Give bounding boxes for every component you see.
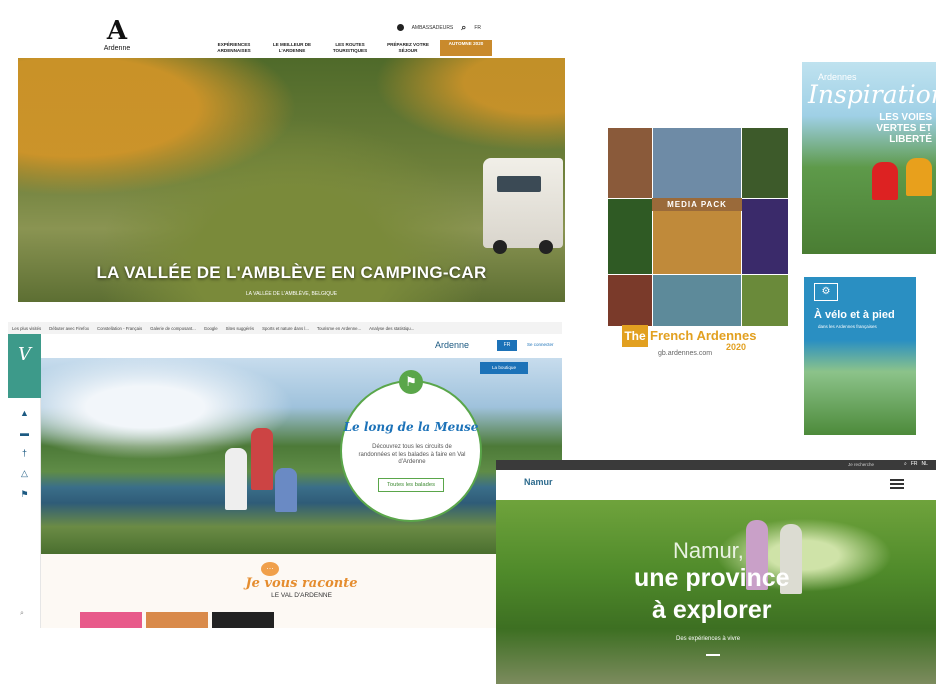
promo-title: Le long de la Meuse [343,420,479,434]
carousel-indicator[interactable] [706,654,720,656]
menu-item-experiences[interactable]: EXPÉRIENCES ARDENNAISES [208,42,260,56]
menu-icon[interactable] [890,479,904,489]
story-subtitle: LE VAL D'ARDENNE [271,592,332,599]
story-title: Je vous raconte [245,576,358,591]
photo-collage [608,128,788,326]
hero-title-line1: Namur, [673,538,744,563]
hero-image: LA VALLÉE DE L'AMBLÈVE EN CAMPING-CAR LA… [18,58,565,302]
hiking-icon: ⚑ [399,370,423,394]
hero-title: LA VALLÉE DE L'AMBLÈVE EN CAMPING-CAR [96,263,487,282]
top-bar: Je recherche ⌕ FR NL [496,460,936,470]
map-icon[interactable]: ⚑ [8,489,41,500]
lang-fr[interactable]: FR [911,461,918,467]
promo-description: Découvrez tous les circuits de randonnée… [358,444,466,465]
login-link[interactable]: Se connecter [527,342,554,347]
bookmark-item[interactable]: Débuter avec Firefox [49,326,89,331]
food-icon[interactable]: † [8,448,41,458]
brochure-velo-title: À vélo et à pied [814,309,895,321]
hero-title-line3: à explorer [652,596,772,624]
meuse-promo-circle: ⚑ Le long de la Meuse Découvrez tous les… [340,370,482,522]
shop-button[interactable]: La boutique [480,362,528,374]
bookmark-item[interactable]: Sports et nature dans l... [262,326,309,331]
thumbnail[interactable] [146,612,208,628]
search-icon[interactable]: ⌕ [20,610,24,618]
bicycle-icon: ⚙ [814,283,838,301]
thumbnail[interactable] [80,612,142,628]
all-walks-button[interactable]: Toutes les balades [378,478,444,492]
bookmark-item[interactable]: Google [204,326,218,331]
top-navigation: A Ardenne AMBASSADEURS ⌕ FR EXPÉRIENCES … [18,14,565,58]
ardenne-logo-text: Ardenne [103,45,131,52]
search-input[interactable]: Je recherche [848,462,874,467]
brochure-year: 2020 [726,342,747,352]
cyclist-figure [872,162,898,200]
bed-icon[interactable]: ▬ [8,428,41,438]
brochure-inspiration-subtitle: LES VOIES VERTES ET LIBERTÉ [876,112,932,145]
menu-item-routes[interactable]: LES ROUTES TOURISTIQUES [324,42,376,56]
hero-title-line2: une province [634,564,790,592]
bookmark-item[interactable]: Galerie de composant... [150,326,196,331]
site-header: Ardenne FR Se connecter [41,334,562,358]
cyclist-figure [906,158,932,196]
namur-website-screenshot: Je recherche ⌕ FR NL Namur Namur, une pr… [496,460,936,684]
val-ardenne-website-screenshot: Les plus visités Débuter avec Firefox Co… [8,322,562,628]
brochure-media-pack: MEDIA PACK The French Ardennes 2020 gb.a… [608,128,788,360]
media-pack-band: MEDIA PACK [652,198,742,211]
thumbnail[interactable] [212,612,274,628]
bookmark-item[interactable]: Constellation - Français [97,326,142,331]
brochure-velo-subtitle: dans les Ardennes françaises [818,324,877,329]
search-icon[interactable]: ⌕ [461,22,466,33]
hero-subtitle: LA VALLÉE DE L'AMBLÈVE, BELGIQUE [245,291,338,297]
main-menu: EXPÉRIENCES ARDENNAISES LE MEILLEUR DE L… [208,40,492,56]
lang-nl[interactable]: NL [921,461,927,467]
ardenne-logo[interactable]: A Ardenne [102,18,132,52]
menu-item-prepare[interactable]: PRÉPAREZ VOTRE SÉJOUR [382,42,434,56]
brochure-title-the: The [622,325,648,347]
bookmark-item[interactable]: Analyse des statistiqu... [369,326,414,331]
brochure-inspiration-title: Inspiration [808,80,936,109]
sidebar: V ▲ ▬ † △ ⚑ [8,334,41,628]
ardenne-logo-mark: A [106,16,128,46]
search-icon[interactable]: ⌕ [904,461,907,467]
language-selector[interactable]: FR [497,340,517,351]
val-ardenne-logo[interactable]: V [8,334,41,398]
bookmark-item[interactable]: Les plus visités [12,326,41,331]
utility-bar: AMBASSADEURS ⌕ FR [396,22,481,33]
province-namur-logo[interactable]: Namur [524,477,553,487]
bookmarks-bar: Les plus visités Débuter avec Firefox Co… [8,322,562,334]
family-figure [251,428,273,490]
camper-van-image [483,158,563,254]
bookmark-item[interactable]: Sites suggérés [226,326,254,331]
family-figure [225,448,247,510]
family-figure [275,468,297,512]
brochure-velo: ⚙ À vélo et à pied dans les Ardennes fra… [804,277,916,435]
ambassadors-link[interactable]: AMBASSADEURS [412,25,454,31]
bookmark-item[interactable]: Tourisme en Ardenne... [317,326,361,331]
story-thumbnails [80,612,274,628]
activity-icon[interactable]: △ [8,468,41,479]
user-icon[interactable] [396,24,404,31]
hero-image [41,358,562,554]
ardenne-logo[interactable]: Ardenne [435,340,469,350]
menu-item-best-of[interactable]: LE MEILLEUR DE L'ARDENNE [266,42,318,56]
menu-item-autumn[interactable]: AUTOMNE 2020 [440,40,492,56]
hero-tagline: Des expériences à vivre [676,636,741,642]
brochure-title: The French Ardennes [622,325,782,347]
boat-icon[interactable]: ▲ [8,408,41,418]
ardenne-website-screenshot: A Ardenne AMBASSADEURS ⌕ FR EXPÉRIENCES … [18,14,565,302]
language-selector[interactable]: FR [474,25,481,31]
brochure-url: gb.ardennes.com [658,350,713,357]
language-switch: ⌕ FR NL [904,461,928,467]
site-header: Namur [496,470,936,500]
brochure-inspiration: Ardennes Inspiration LES VOIES VERTES ET… [802,62,936,254]
speech-bubble-icon: … [261,562,279,576]
